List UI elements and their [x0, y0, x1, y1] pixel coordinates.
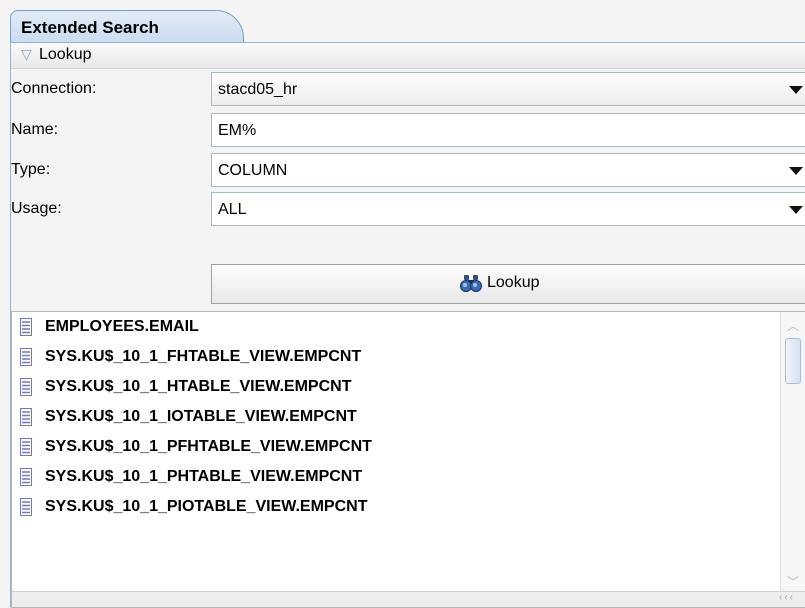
column-icon — [20, 468, 32, 486]
list-item[interactable]: SYS.KU$_10_1_FHTABLE_VIEW.EMPCNT — [12, 342, 782, 372]
lookup-button-label: Lookup — [487, 274, 540, 291]
list-item-label: EMPLOYEES.EMAIL — [45, 318, 199, 335]
type-value: COLUMN — [218, 162, 288, 179]
usage-label: Usage: — [11, 200, 62, 217]
column-icon — [20, 498, 32, 516]
horizontal-scrollbar[interactable]: ‹‹‹ — [12, 591, 805, 607]
column-icon — [20, 348, 32, 366]
list-item[interactable]: SYS.KU$_10_1_PFHTABLE_VIEW.EMPCNT — [12, 432, 782, 462]
connection-label: Connection: — [11, 80, 97, 97]
vertical-scrollbar[interactable]: ︿ ﹀ — [780, 312, 805, 592]
scroll-thumb[interactable] — [785, 338, 801, 384]
name-value: EM% — [218, 122, 257, 139]
list-item-label: SYS.KU$_10_1_PHTABLE_VIEW.EMPCNT — [45, 468, 363, 485]
lookup-panel: ▽ Lookup Connection: stacd05_hr Name: EM… — [10, 42, 805, 608]
scroll-up-icon[interactable]: ︿ — [787, 317, 799, 334]
extended-search-window: Extended Search ▽ Lookup Connection: sta… — [0, 0, 805, 608]
column-icon — [20, 438, 32, 456]
connection-combobox[interactable]: stacd05_hr — [211, 72, 805, 106]
list-item[interactable]: EMPLOYEES.EMAIL — [12, 312, 782, 342]
chevron-down-icon[interactable] — [789, 206, 803, 214]
list-item-label: SYS.KU$_10_1_HTABLE_VIEW.EMPCNT — [45, 378, 352, 395]
connection-value: stacd05_hr — [218, 81, 298, 98]
tab-label: Extended Search — [21, 18, 159, 37]
section-title: Lookup — [39, 46, 92, 63]
binoculars-icon — [460, 275, 482, 292]
name-input[interactable]: EM% — [211, 113, 805, 147]
tab-strip: Extended Search — [0, 0, 805, 43]
usage-combobox[interactable]: ALL — [211, 192, 805, 226]
list-item-label: SYS.KU$_10_1_FHTABLE_VIEW.EMPCNT — [45, 348, 362, 365]
list-item[interactable]: SYS.KU$_10_1_HTABLE_VIEW.EMPCNT — [12, 372, 782, 402]
name-label: Name: — [11, 121, 59, 138]
section-header-lookup[interactable]: ▽ Lookup — [11, 43, 805, 69]
scroll-grip-icon[interactable]: ‹‹‹ — [779, 592, 795, 603]
collapse-triangle-icon[interactable]: ▽ — [21, 46, 32, 63]
column-icon — [20, 408, 32, 426]
list-item[interactable]: SYS.KU$_10_1_IOTABLE_VIEW.EMPCNT — [12, 402, 782, 432]
column-icon — [20, 318, 32, 336]
chevron-down-icon[interactable] — [789, 167, 803, 175]
column-icon — [20, 378, 32, 396]
list-item-label: SYS.KU$_10_1_PIOTABLE_VIEW.EMPCNT — [45, 498, 368, 515]
type-label: Type: — [11, 161, 51, 178]
usage-value: ALL — [218, 201, 247, 218]
tab-extended-search[interactable]: Extended Search — [10, 10, 244, 43]
lookup-button[interactable]: Lookup — [211, 264, 805, 304]
results-items: EMPLOYEES.EMAIL SYS.KU$_10_1_FHTABLE_VIEW… — [12, 312, 782, 592]
results-list: EMPLOYEES.EMAIL SYS.KU$_10_1_FHTABLE_VIEW… — [11, 311, 805, 608]
list-item[interactable]: SYS.KU$_10_1_PIOTABLE_VIEW.EMPCNT — [12, 492, 782, 522]
chevron-down-icon[interactable] — [789, 86, 803, 94]
list-item[interactable]: SYS.KU$_10_1_PHTABLE_VIEW.EMPCNT — [12, 462, 782, 492]
list-item-label: SYS.KU$_10_1_PFHTABLE_VIEW.EMPCNT — [45, 438, 372, 455]
scroll-down-icon[interactable]: ﹀ — [787, 573, 799, 590]
type-combobox[interactable]: COLUMN — [211, 153, 805, 187]
list-item-label: SYS.KU$_10_1_IOTABLE_VIEW.EMPCNT — [45, 408, 357, 425]
